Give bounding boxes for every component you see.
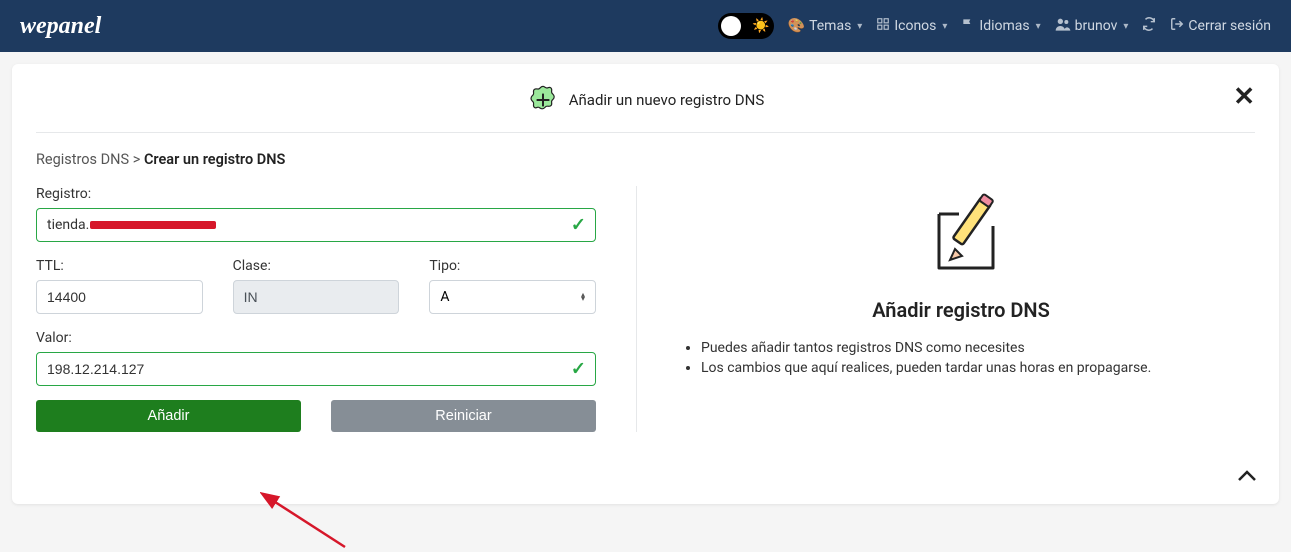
add-button[interactable]: Añadir	[36, 400, 301, 432]
valor-input[interactable]	[36, 352, 596, 386]
nav-logout-label: Cerrar sesión	[1188, 18, 1271, 34]
check-icon: ✓	[571, 215, 586, 236]
palette-icon: 🎨	[788, 18, 805, 34]
flag-icon	[961, 17, 975, 35]
info-column: Añadir registro DNS Puedes añadir tantos…	[636, 186, 1255, 432]
tipo-select[interactable]: A	[429, 280, 596, 314]
close-icon[interactable]: ✕	[1233, 84, 1255, 110]
users-icon	[1055, 17, 1071, 35]
breadcrumb-current: Crear un registro DNS	[144, 151, 285, 168]
tipo-label: Tipo:	[429, 258, 596, 274]
redacted-domain	[90, 221, 216, 229]
edit-note-icon	[911, 186, 1011, 290]
info-title: Añadir registro DNS	[872, 298, 1050, 322]
breadcrumb-root[interactable]: Registros DNS	[36, 151, 129, 168]
grid-icon	[876, 17, 890, 35]
clase-label: Clase:	[233, 258, 400, 274]
plus-badge-icon	[527, 84, 559, 116]
topbar: wepanel ☀️ 🎨 Temas Iconos Idiomas br	[0, 0, 1291, 52]
card-header: Añadir un nuevo registro DNS ✕	[36, 84, 1255, 133]
nav-themes-label: Temas	[809, 18, 851, 34]
nav-icons[interactable]: Iconos	[876, 17, 947, 35]
select-caret-icon	[581, 293, 585, 301]
reset-button[interactable]: Reiniciar	[331, 400, 596, 432]
info-list: Puedes añadir tantos registros DNS como …	[667, 340, 1255, 376]
info-bullet: Los cambios que aquí realices, pueden ta…	[701, 360, 1255, 376]
clase-input	[233, 280, 400, 314]
form-column: Registro: tienda. ✓ TTL: Clase:	[36, 186, 596, 432]
card: Añadir un nuevo registro DNS ✕ Registros…	[12, 64, 1279, 504]
registro-label: Registro:	[36, 186, 596, 202]
annotation-arrow-icon	[260, 492, 350, 552]
logo: wepanel	[20, 13, 101, 40]
nav-user-label: brunov	[1075, 18, 1118, 34]
nav-themes[interactable]: 🎨 Temas	[788, 18, 863, 34]
ttl-input[interactable]	[36, 280, 203, 314]
tipo-value: A	[440, 289, 449, 305]
info-bullet: Puedes añadir tantos registros DNS como …	[701, 340, 1255, 356]
nav-user[interactable]: brunov	[1055, 17, 1129, 35]
card-title: Añadir un nuevo registro DNS	[569, 91, 765, 109]
nav-languages-label: Idiomas	[979, 18, 1029, 34]
valor-label: Valor:	[36, 330, 596, 346]
registro-input[interactable]: tienda.	[36, 208, 596, 242]
chevron-up-icon[interactable]	[1237, 464, 1257, 488]
check-icon: ✓	[571, 359, 586, 380]
registro-value-prefix: tienda.	[47, 217, 89, 233]
sun-icon: ☀️	[752, 18, 769, 34]
refresh-icon	[1142, 17, 1156, 35]
nav-icons-label: Iconos	[894, 18, 936, 34]
theme-toggle[interactable]: ☀️	[718, 13, 774, 39]
toggle-knob	[721, 16, 741, 36]
nav-refresh[interactable]	[1142, 17, 1156, 35]
breadcrumb-sep: >	[133, 151, 141, 168]
breadcrumb: Registros DNS > Crear un registro DNS	[36, 151, 1255, 168]
logout-icon	[1170, 17, 1184, 35]
nav-logout[interactable]: Cerrar sesión	[1170, 17, 1271, 35]
topbar-nav: ☀️ 🎨 Temas Iconos Idiomas brunov	[718, 13, 1271, 39]
ttl-label: TTL:	[36, 258, 203, 274]
nav-languages[interactable]: Idiomas	[961, 17, 1040, 35]
